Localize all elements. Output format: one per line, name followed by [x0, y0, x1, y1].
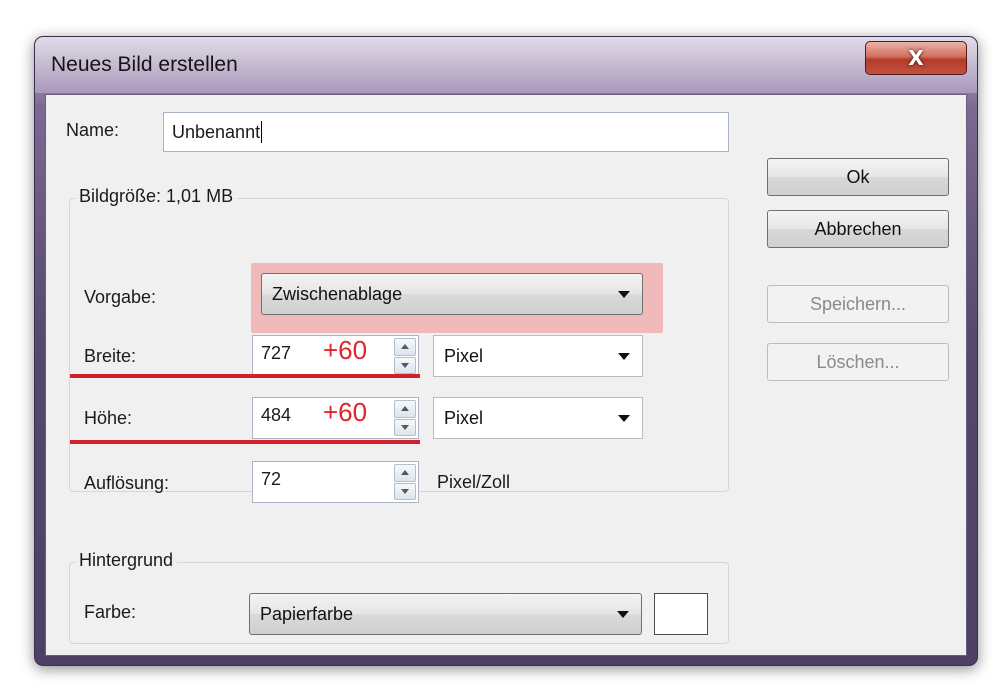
dialog-client-area: Name: Unbenannt Bildgröße: 1,01 MB Vorga…	[45, 94, 967, 656]
preset-dropdown[interactable]: Zwischenablage	[261, 273, 643, 315]
background-group-title: Hintergrund	[75, 550, 178, 571]
resolution-label: Auflösung:	[84, 473, 170, 493]
height-label: Höhe:	[84, 408, 133, 428]
height-spin-up[interactable]	[394, 400, 416, 418]
name-value: Unbenannt	[172, 121, 261, 142]
resolution-value: 72	[261, 469, 282, 489]
delete-button: Löschen...	[767, 343, 949, 381]
width-annotation: +60	[323, 335, 368, 365]
arrow-down-icon	[401, 488, 409, 494]
arrow-up-icon	[401, 344, 409, 350]
width-unit-value: Pixel	[444, 345, 484, 366]
background-color-dropdown[interactable]: Papierfarbe	[249, 593, 642, 635]
background-color-value: Papierfarbe	[260, 603, 354, 624]
width-underline-annotation	[70, 374, 420, 378]
cancel-button[interactable]: Abbrechen	[767, 210, 949, 248]
resolution-spin-up[interactable]	[394, 464, 416, 482]
width-spin-up[interactable]	[394, 338, 416, 356]
chevron-down-icon	[617, 611, 629, 618]
width-input[interactable]: 727 +60	[252, 335, 419, 377]
height-spin-down[interactable]	[394, 418, 416, 436]
arrow-down-icon	[401, 362, 409, 368]
chevron-down-icon	[618, 291, 630, 298]
chevron-down-icon	[618, 415, 630, 422]
name-label: Name:	[66, 120, 120, 140]
resolution-unit: Pixel/Zoll	[437, 472, 511, 492]
chevron-down-icon	[618, 353, 630, 360]
preset-label: Vorgabe:	[84, 287, 157, 307]
arrow-down-icon	[401, 424, 409, 430]
title-bar[interactable]: Neues Bild erstellen X	[35, 37, 977, 93]
resolution-input[interactable]: 72	[252, 461, 419, 503]
resolution-spinner[interactable]	[394, 464, 416, 500]
resolution-spin-down[interactable]	[394, 482, 416, 500]
width-value: 727	[261, 343, 292, 363]
height-value: 484	[261, 405, 292, 425]
height-underline-annotation	[70, 440, 420, 444]
preset-value: Zwischenablage	[272, 283, 403, 304]
text-caret	[261, 121, 263, 143]
name-input[interactable]: Unbenannt	[163, 112, 729, 152]
close-button[interactable]: X	[865, 41, 967, 75]
width-label: Breite:	[84, 346, 137, 366]
dialog-window: Neues Bild erstellen X Name: Unbenannt B…	[34, 36, 978, 666]
width-spin-down[interactable]	[394, 356, 416, 374]
background-color-swatch[interactable]	[654, 593, 708, 635]
arrow-up-icon	[401, 406, 409, 412]
ok-button[interactable]: Ok	[767, 158, 949, 196]
dialog-title: Neues Bild erstellen	[51, 53, 238, 76]
width-unit-dropdown[interactable]: Pixel	[433, 335, 643, 377]
height-unit-value: Pixel	[444, 407, 484, 428]
background-color-label: Farbe:	[84, 602, 137, 622]
height-unit-dropdown[interactable]: Pixel	[433, 397, 643, 439]
arrow-up-icon	[401, 470, 409, 476]
close-icon: X	[908, 46, 924, 70]
image-size-group-title: Bildgröße: 1,01 MB	[75, 186, 238, 207]
height-spinner[interactable]	[394, 400, 416, 436]
save-button: Speichern...	[767, 285, 949, 323]
width-spinner[interactable]	[394, 338, 416, 374]
height-input[interactable]: 484 +60	[252, 397, 419, 439]
height-annotation: +60	[323, 397, 368, 427]
